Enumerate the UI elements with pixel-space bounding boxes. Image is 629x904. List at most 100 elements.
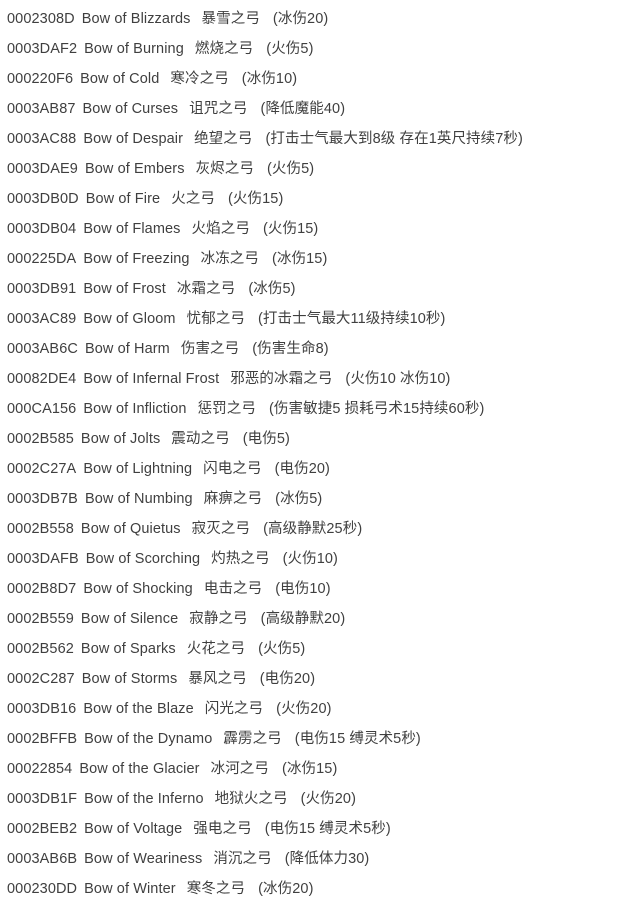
item-name-english: Bow of Despair (83, 131, 184, 147)
item-form-id: 0002B562 (7, 641, 74, 657)
item-effect-description: (电伤15 缚灵术5秒) (264, 821, 391, 837)
table-row: 000CA156 Bow of Infliction 惩罚之弓 (伤害敏捷5 损耗弓术… (7, 394, 629, 424)
item-effect-description: (火伤10 冰伤10) (345, 371, 451, 387)
item-name-chinese: 诅咒之弓 (189, 101, 248, 117)
item-effect-description: (火伤5) (266, 41, 314, 57)
item-name-english: Bow of the Glacier (79, 761, 200, 777)
table-row: 0003DAFB Bow of Scorching 灼热之弓 (火伤10) (7, 544, 629, 574)
item-name-chinese: 冰霜之弓 (176, 281, 236, 297)
item-name-chinese: 闪光之弓 (204, 701, 264, 717)
table-row: 0003DB0D Bow of Fire 火之弓 (火伤15) (7, 184, 629, 214)
item-name-english: Bow of Burning (84, 41, 184, 57)
table-row: 0003DB91 Bow of Frost 冰霜之弓 (冰伤5) (7, 274, 629, 304)
item-name-english: Bow of Storms (81, 671, 178, 687)
item-effect-description: (电伤15 缚灵术5秒) (294, 731, 421, 747)
item-form-id: 0002308D (7, 11, 75, 27)
item-effect-description: (伤害敏捷5 损耗弓术15持续60秒) (268, 401, 485, 417)
item-effect-description: (冰伤20) (258, 881, 314, 897)
item-name-english: Bow of Freezing (83, 251, 190, 267)
item-form-id: 0002C287 (7, 671, 75, 687)
table-row: 0003DB7B Bow of Numbing 麻痹之弓 (冰伤5) (7, 484, 629, 514)
item-form-id: 0003AC89 (7, 311, 77, 327)
item-form-id: 0003DAE9 (7, 161, 78, 177)
item-name-chinese: 震动之弓 (171, 431, 230, 447)
item-effect-description: (火伤20) (300, 791, 357, 807)
item-form-id: 0002B8D7 (7, 581, 77, 597)
bow-item-id-list: 0002308D Bow of Blizzards 暴雪之弓 (冰伤20) 0003DA… (0, 0, 629, 904)
item-name-english: Bow of Curses (82, 101, 179, 117)
item-name-chinese: 惩罚之弓 (197, 401, 256, 417)
item-form-id: 0003DB16 (7, 701, 77, 717)
item-form-id: 0003DB04 (7, 221, 77, 237)
table-row: 0003AC89 Bow of Gloom 忧郁之弓 (打击士气最大11级持续10秒) (7, 304, 629, 334)
item-name-chinese: 地狱火之弓 (214, 791, 288, 807)
table-row: 0003AB6C Bow of Harm 伤害之弓 (伤害生命8) (7, 334, 629, 364)
table-row: 0002C287 Bow of Storms 暴风之弓 (电伤20) (7, 664, 629, 694)
table-row: 0002B8D7 Bow of Shocking 电击之弓 (电伤10) (7, 574, 629, 604)
table-row: 0003DAE9 Bow of Embers 灰烬之弓 (火伤5) (7, 154, 629, 184)
item-effect-description: (冰伤15) (272, 251, 328, 267)
item-name-english: Bow of Blizzards (81, 11, 191, 27)
item-name-english: Bow of Frost (83, 281, 166, 297)
item-name-english: Bow of Voltage (84, 821, 183, 837)
item-effect-description: (火伤5) (258, 641, 306, 657)
item-effect-description: (打击士气最大11级持续10秒) (258, 311, 446, 327)
item-name-english: Bow of Weariness (84, 851, 203, 867)
item-effect-description: (火伤20) (276, 701, 332, 717)
item-name-english: Bow of Shocking (83, 581, 193, 597)
item-name-chinese: 伤害之弓 (180, 341, 240, 357)
item-name-chinese: 灰烬之弓 (195, 161, 254, 177)
table-row: 000230DD Bow of Winter 寒冬之弓 (冰伤20) (7, 874, 629, 904)
item-name-english: Bow of Fire (85, 191, 161, 207)
item-effect-description: (打击士气最大到8级 存在1英尺持续7秒) (265, 131, 523, 147)
item-name-chinese: 冰河之弓 (210, 761, 270, 777)
table-row: 0002B562 Bow of Sparks 火花之弓 (火伤5) (7, 634, 629, 664)
item-effect-description: (电伤20) (274, 461, 330, 477)
item-effect-description: (火伤5) (266, 161, 315, 177)
item-name-chinese: 暴风之弓 (188, 671, 247, 687)
item-name-english: Bow of the Dynamo (84, 731, 213, 747)
item-name-chinese: 灼热之弓 (211, 551, 270, 567)
item-name-chinese: 电击之弓 (203, 581, 263, 597)
table-row: 0002308D Bow of Blizzards 暴雪之弓 (冰伤20) (7, 4, 629, 34)
item-name-english: Bow of Cold (80, 71, 160, 87)
item-name-english: Bow of Jolts (80, 431, 161, 447)
table-row: 0002B585 Bow of Jolts 震动之弓 (电伤5) (7, 424, 629, 454)
item-form-id: 0003DB91 (7, 281, 77, 297)
item-form-id: 000CA156 (7, 401, 77, 417)
item-name-chinese: 火花之弓 (186, 641, 246, 657)
item-form-id: 0002BFFB (7, 731, 78, 747)
item-name-english: Bow of Scorching (85, 551, 201, 567)
item-effect-description: (冰伤5) (248, 281, 296, 297)
table-row: 0003DB1F Bow of the Inferno 地狱火之弓 (火伤20) (7, 784, 629, 814)
table-row: 000225DA Bow of Freezing 冰冻之弓 (冰伤15) (7, 244, 629, 274)
item-name-chinese: 闪电之弓 (203, 461, 262, 477)
item-form-id: 0002B559 (7, 611, 74, 627)
table-row: 0002B558 Bow of Quietus 寂灭之弓 (高级静默25秒) (7, 514, 629, 544)
item-name-english: Bow of Quietus (80, 521, 181, 537)
item-name-chinese: 忧郁之弓 (186, 311, 245, 327)
item-form-id: 0002BEB2 (7, 821, 78, 837)
item-name-chinese: 寒冬之弓 (186, 881, 246, 897)
item-name-chinese: 火焰之弓 (191, 221, 250, 237)
item-name-chinese: 冰冻之弓 (200, 251, 260, 267)
item-form-id: 0002B558 (7, 521, 74, 537)
item-form-id: 0003DAFB (7, 551, 79, 567)
item-name-english: Bow of Harm (84, 341, 170, 357)
table-row: 0003AB87 Bow of Curses 诅咒之弓 (降低魔能40) (7, 94, 629, 124)
item-name-chinese: 寒冷之弓 (170, 71, 229, 87)
item-name-chinese: 麻痹之弓 (203, 491, 263, 507)
item-effect-description: (火伤15) (262, 221, 319, 237)
item-form-id: 00082DE4 (7, 371, 77, 387)
item-name-english: Bow of Silence (80, 611, 179, 627)
item-name-english: Bow of Numbing (84, 491, 193, 507)
item-effect-description: (冰伤10) (241, 71, 298, 87)
item-name-english: Bow of Gloom (83, 311, 176, 327)
item-name-chinese: 寂灭之弓 (191, 521, 251, 537)
item-name-chinese: 绝望之弓 (194, 131, 253, 147)
item-effect-description: (火伤10) (282, 551, 338, 567)
item-effect-description: (降低体力30) (284, 851, 370, 867)
item-name-english: Bow of Winter (84, 881, 176, 897)
item-name-chinese: 强电之弓 (193, 821, 252, 837)
item-form-id: 0003DB0D (7, 191, 79, 207)
